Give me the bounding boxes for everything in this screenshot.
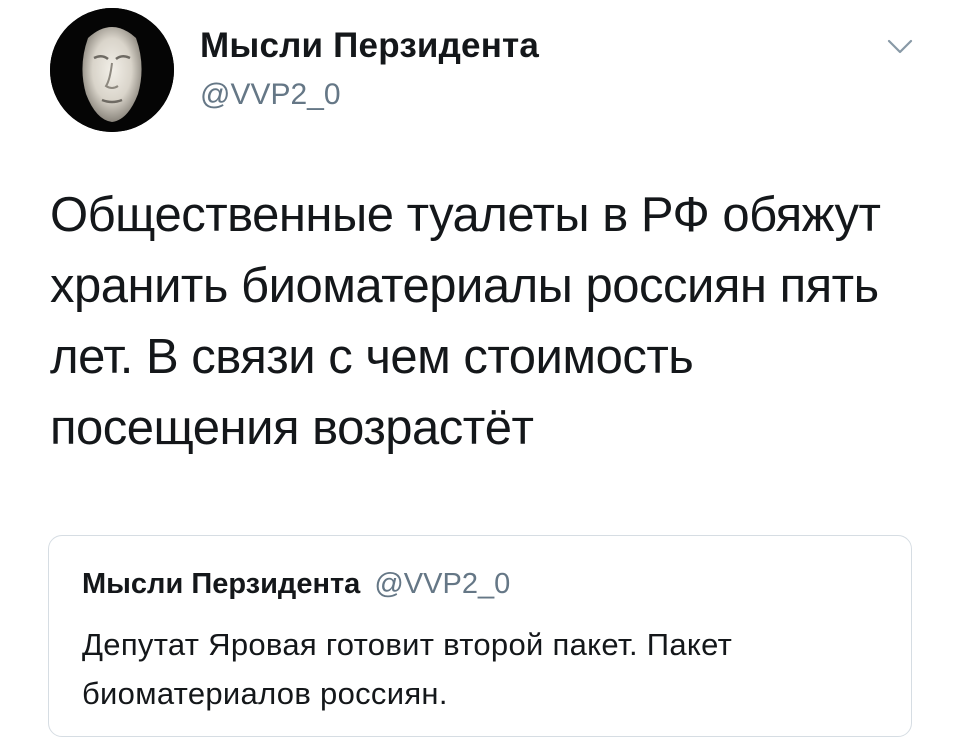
tweet-card: Мысли Перзидента @VVP2_0 Общественные ту…: [0, 0, 959, 747]
chevron-down-icon[interactable]: [887, 38, 913, 56]
death-mask-avatar-icon: [50, 8, 174, 132]
quoted-author-name: Мысли Перзидента: [82, 568, 361, 600]
quoted-author-handle: @VVP2_0: [374, 568, 511, 600]
quoted-tweet[interactable]: Мысли Перзидента @VVP2_0 Депутат Яровая …: [48, 535, 912, 737]
author-handle[interactable]: @VVP2_0: [200, 78, 341, 112]
avatar[interactable]: [50, 8, 174, 132]
author-name[interactable]: Мысли Перзидента: [200, 26, 539, 66]
tweet-text: Общественные туалеты в РФ обяжут хранить…: [50, 188, 881, 455]
quoted-tweet-header: Мысли Перзидента @VVP2_0: [82, 568, 510, 601]
quoted-tweet-text: Депутат Яровая готовит второй пакет. Пак…: [82, 627, 733, 711]
